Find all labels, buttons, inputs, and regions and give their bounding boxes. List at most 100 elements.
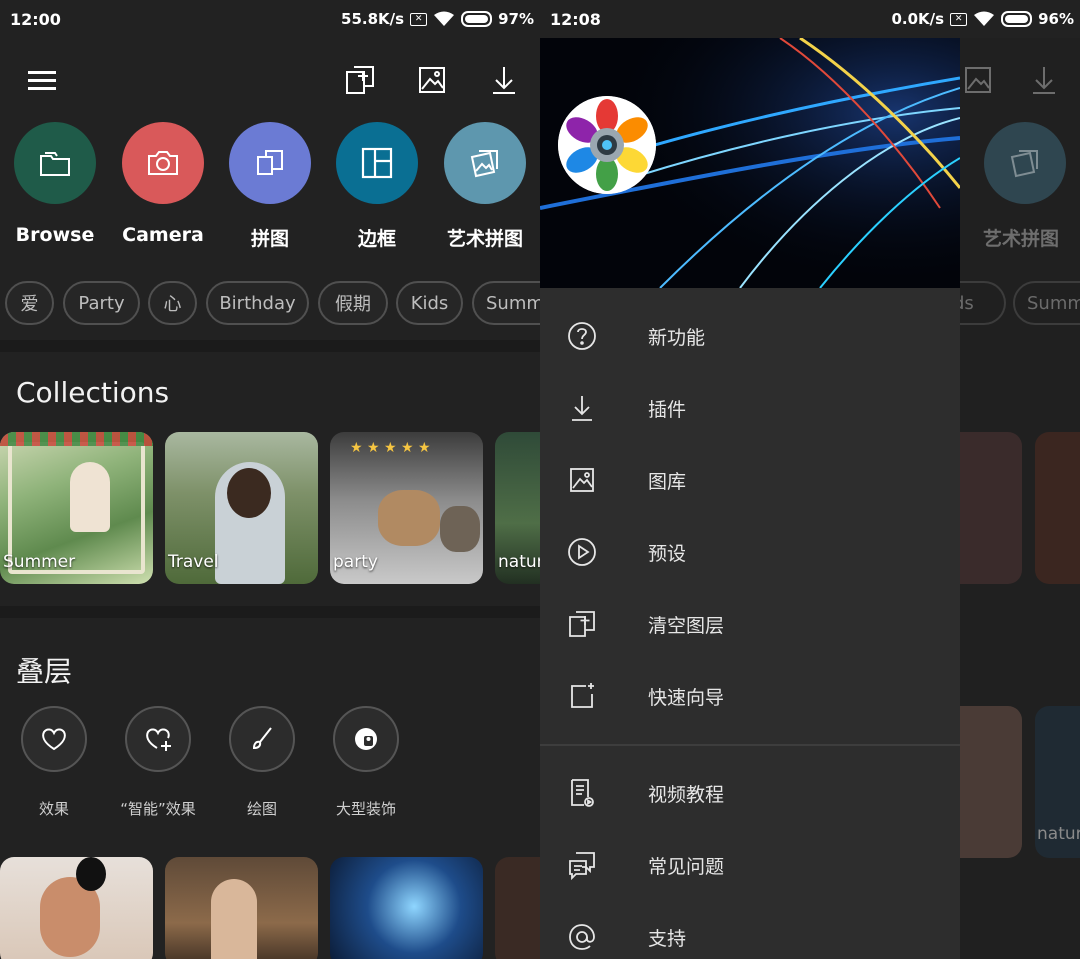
document-icon xyxy=(566,777,598,809)
large-decor-button[interactable]: 大型装饰 xyxy=(306,706,426,819)
drawing-button[interactable]: 绘图 xyxy=(202,706,322,819)
section-divider xyxy=(0,606,540,618)
menu-label: 支持 xyxy=(648,927,687,950)
status-bar: 12:08 0.0K/s ✕ 96% xyxy=(540,0,1080,38)
woman-image xyxy=(211,879,257,959)
tag-chip-summer[interactable]: Summ xyxy=(472,281,540,325)
art-collage-label: 艺术拼图 xyxy=(983,228,1060,250)
tag-chip-kids[interactable]: Kids xyxy=(396,281,463,325)
wifi-icon xyxy=(434,11,455,26)
collection-label: natur xyxy=(1037,824,1080,844)
network-speed: 55.8K/s xyxy=(341,10,405,28)
overlay-card-partial[interactable] xyxy=(495,857,540,959)
menu-label: 图库 xyxy=(648,470,687,493)
drawing-label: 绘图 xyxy=(246,800,277,818)
collection-card-kids xyxy=(960,432,1022,584)
collection-card-travel[interactable]: Travel xyxy=(165,432,318,584)
section-divider xyxy=(0,340,540,352)
menu-item-support[interactable]: 支持 xyxy=(540,901,960,959)
menu-item-clear-layers[interactable]: 清空图层 xyxy=(540,588,960,660)
art-collage-icon xyxy=(984,122,1066,204)
menu-label: 快速向导 xyxy=(648,686,725,709)
sim-icon: ✕ xyxy=(950,12,968,26)
play-circle-icon xyxy=(566,536,598,568)
overlay-card-bokeh[interactable] xyxy=(165,857,318,959)
battery-percent: 97% xyxy=(498,10,534,28)
add-layer-icon xyxy=(566,608,598,640)
tag-chip-love[interactable]: 爱 xyxy=(5,281,54,325)
menu-item-plugins[interactable]: 插件 xyxy=(540,372,960,444)
gallery-icon xyxy=(960,62,996,98)
large-decor-label: 大型装饰 xyxy=(335,800,396,818)
status-time: 12:08 xyxy=(550,9,601,29)
art-collage-button[interactable]: 艺术拼图 xyxy=(431,122,539,251)
quick-actions: Browse Camera 拼图 边框 艺术拼图 xyxy=(0,122,540,252)
effects-label: 效果 xyxy=(38,800,69,818)
frame-icon xyxy=(336,122,418,204)
collection-card-partial xyxy=(1035,432,1080,584)
overlay-card-lightning[interactable] xyxy=(330,857,483,959)
tag-chip-heart[interactable]: 心 xyxy=(148,281,197,325)
collection-card-party[interactable]: ★ ★ ★ ★ ★ party xyxy=(330,432,483,584)
frame-label: 边框 xyxy=(357,228,396,250)
folder-icon xyxy=(14,122,96,204)
status-time: 12:00 xyxy=(10,9,61,29)
drawer-screen: 12:08 0.0K/s ✕ 96% 艺术拼图 ids Summ natur 新… xyxy=(540,0,1080,959)
menu-item-presets[interactable]: 预设 xyxy=(540,516,960,588)
collection-label: natur xyxy=(498,552,540,572)
download-icon xyxy=(566,392,598,424)
smart-effects-label: “智能”效果 xyxy=(120,800,196,818)
menu-item-gallery[interactable]: 图库 xyxy=(540,444,960,516)
frame-button[interactable]: 边框 xyxy=(323,122,431,251)
heart-plus-icon xyxy=(125,706,191,772)
girl-image xyxy=(70,462,110,532)
tag-chip-birthday[interactable]: Birthday xyxy=(206,281,309,325)
new-layer-icon[interactable] xyxy=(342,62,378,98)
battery-icon xyxy=(461,11,493,27)
menu-item-video-tutorial[interactable]: 视频教程 xyxy=(540,757,960,829)
cat-image xyxy=(440,506,480,552)
balloon-image xyxy=(76,857,106,891)
collection-card-summer[interactable]: Summer xyxy=(0,432,153,584)
collage-label: 拼图 xyxy=(250,228,289,250)
gallery-icon[interactable] xyxy=(414,62,450,98)
sticker-icon xyxy=(333,706,399,772)
menu-item-quick-guide[interactable]: 快速向导 xyxy=(540,660,960,732)
overlay-card-birthday[interactable] xyxy=(0,857,153,959)
tag-chips: 爱 Party 心 Birthday 假期 Kids Summ xyxy=(5,281,540,325)
scrim[interactable]: 艺术拼图 ids Summ natur xyxy=(946,38,1080,959)
camera-button[interactable]: Camera xyxy=(109,122,217,246)
sparkle-frame-icon xyxy=(566,680,598,712)
art-collage-label: 艺术拼图 xyxy=(446,228,523,250)
collection-label: party xyxy=(333,552,378,572)
image-icon xyxy=(566,464,598,496)
tag-chip-summer: Summ xyxy=(1013,281,1080,325)
battery-percent: 96% xyxy=(1038,10,1074,28)
collage-button[interactable]: 拼图 xyxy=(216,122,324,251)
overlay-card-woman xyxy=(960,706,1022,858)
collection-card-nature[interactable]: natur xyxy=(495,432,540,584)
at-icon xyxy=(566,921,598,953)
menu-label: 视频教程 xyxy=(648,783,725,806)
heart-effect-icon xyxy=(21,706,87,772)
tag-chip-holiday[interactable]: 假期 xyxy=(318,281,388,325)
browse-button[interactable]: Browse xyxy=(1,122,109,246)
hair-image xyxy=(227,468,271,518)
tag-chip-party[interactable]: Party xyxy=(63,281,140,325)
overlay-card-nature: natur xyxy=(1035,706,1080,858)
help-circle-icon xyxy=(566,320,598,352)
berry-border-image xyxy=(0,432,153,446)
collection-label: Travel xyxy=(168,552,219,572)
camera-icon xyxy=(122,122,204,204)
menu-item-whats-new[interactable]: 新功能 xyxy=(540,300,960,372)
download-icon[interactable] xyxy=(486,62,522,98)
hamburger-menu-icon[interactable] xyxy=(24,62,60,98)
status-bar: 12:00 55.8K/s ✕ 97% xyxy=(0,0,540,38)
overlays-title: 叠层 xyxy=(16,655,73,688)
browse-label: Browse xyxy=(15,224,95,246)
menu-item-faq[interactable]: 常见问题 xyxy=(540,829,960,901)
pug-image xyxy=(378,490,440,546)
smart-effects-button[interactable]: “智能”效果 xyxy=(98,706,218,819)
brush-icon xyxy=(229,706,295,772)
effects-button[interactable]: 效果 xyxy=(0,706,114,819)
